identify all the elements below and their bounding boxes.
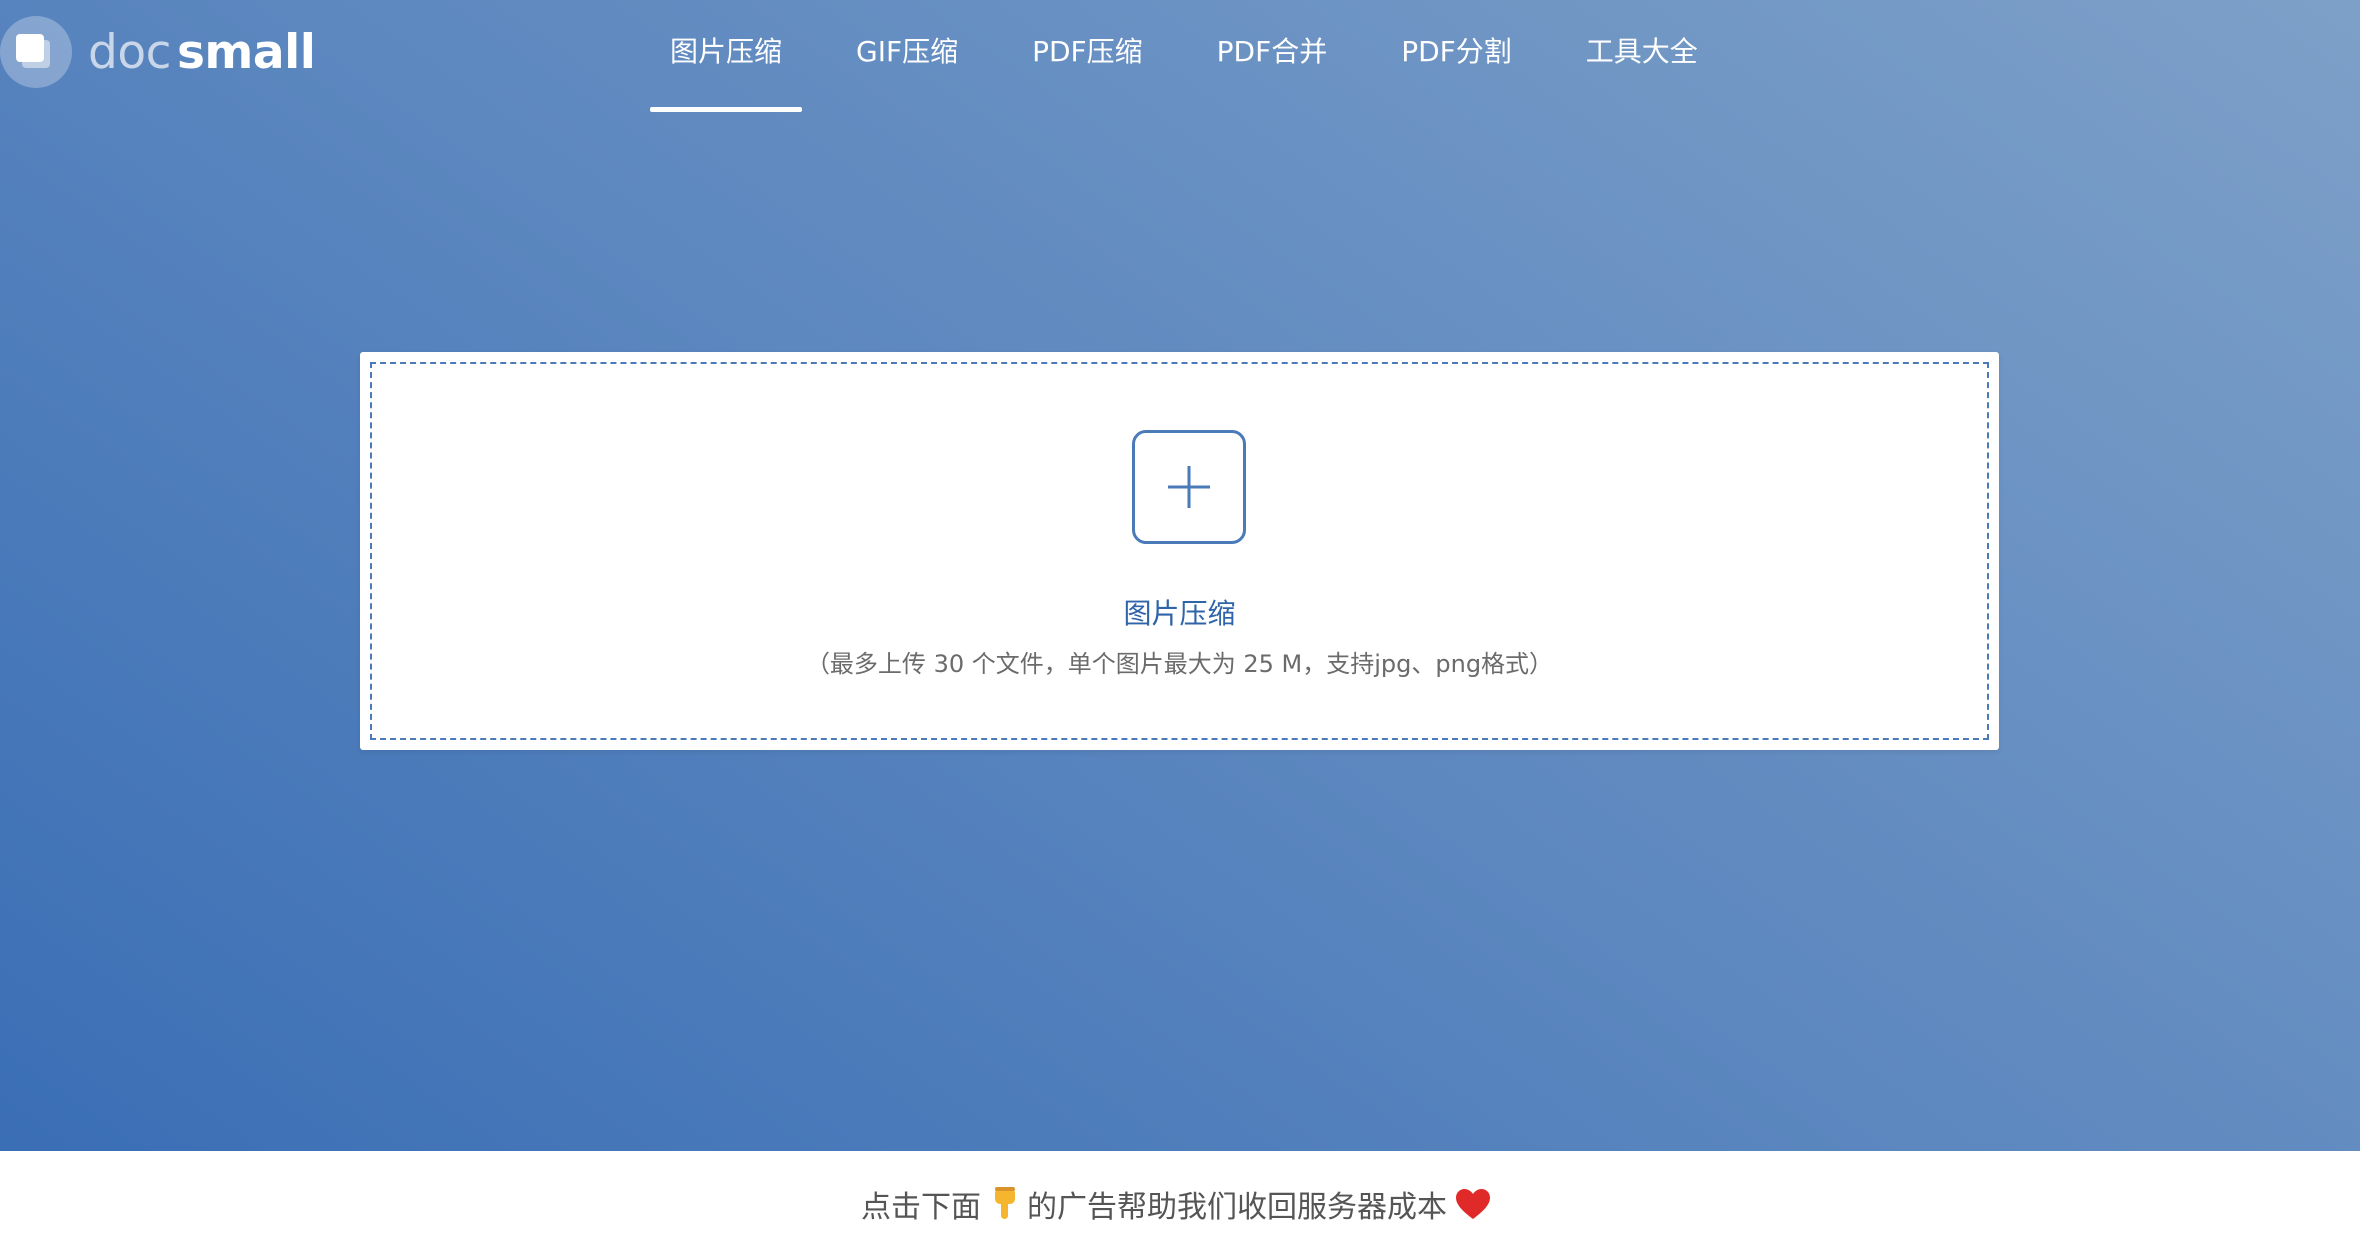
footer-text-before: 点击下面 xyxy=(861,1189,981,1225)
logo-wordmark: doc small xyxy=(88,29,316,76)
tab-pdf-merge[interactable]: PDF合并 xyxy=(1197,0,1348,112)
upload-dropzone[interactable]: 图片压缩 （最多上传 30 个文件，单个图片最大为 25 M，支持jpg、png… xyxy=(370,362,1989,740)
tab-pdf-compress[interactable]: PDF压缩 xyxy=(1012,0,1163,112)
logo-square-front xyxy=(16,34,44,62)
tab-gif-compress[interactable]: GIF压缩 xyxy=(836,0,978,112)
tab-label: PDF合并 xyxy=(1216,35,1328,68)
red-heart-emoji-icon xyxy=(1455,1188,1491,1220)
logo[interactable]: doc small xyxy=(0,14,316,90)
logo-word-doc: doc xyxy=(88,24,171,80)
docsmall-logo-icon xyxy=(0,16,72,88)
tab-all-tools[interactable]: 工具大全 xyxy=(1566,0,1718,112)
hero-background: doc small 图片压缩 GIF压缩 PDF压缩 PDF合并 PDF分割 工具… xyxy=(0,0,2360,1151)
tab-label: 图片压缩 xyxy=(670,35,783,68)
footer-message: 点击下面 的广告帮助我们收回服务器成本 xyxy=(861,1182,1499,1226)
main-nav: 图片压缩 GIF压缩 PDF压缩 PDF合并 PDF分割 工具大全 xyxy=(650,0,1752,112)
pointing-down-emoji-icon xyxy=(989,1186,1019,1222)
tab-label: PDF分割 xyxy=(1401,35,1512,68)
upload-title: 图片压缩 xyxy=(1123,597,1236,630)
tab-image-compress[interactable]: 图片压缩 xyxy=(650,0,803,112)
page: doc small 图片压缩 GIF压缩 PDF压缩 PDF合并 PDF分割 工具… xyxy=(0,0,2360,1256)
tab-label: PDF压缩 xyxy=(1032,35,1143,68)
footer-ad-notice: 点击下面 的广告帮助我们收回服务器成本 xyxy=(0,1151,2360,1256)
tab-label: 工具大全 xyxy=(1585,35,1698,68)
upload-hint: （最多上传 30 个文件，单个图片最大为 25 M，支持jpg、png格式） xyxy=(805,650,1554,678)
logo-word-small: small xyxy=(176,24,316,80)
footer-text-after: 的广告帮助我们收回服务器成本 xyxy=(1027,1189,1447,1225)
tab-label: GIF压缩 xyxy=(856,35,959,68)
add-file-button[interactable] xyxy=(1132,430,1246,544)
tab-pdf-split[interactable]: PDF分割 xyxy=(1381,0,1532,112)
plus-icon xyxy=(1168,466,1210,508)
upload-card: 图片压缩 （最多上传 30 个文件，单个图片最大为 25 M，支持jpg、png… xyxy=(360,352,1999,750)
